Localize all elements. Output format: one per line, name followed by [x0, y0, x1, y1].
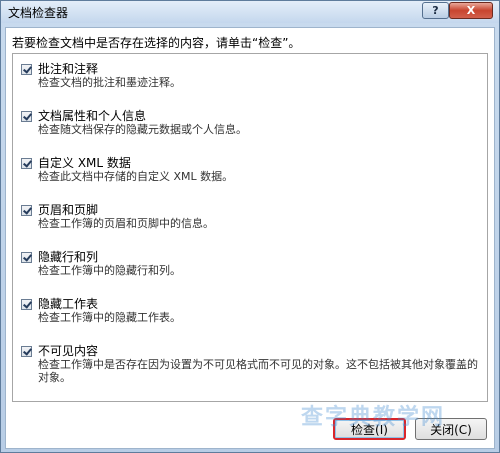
list-item: 批注和注释 检查文档的批注和墨迹注释。	[13, 56, 487, 103]
close-icon: X	[466, 4, 476, 17]
checkbox-hidden-rows-columns[interactable]	[21, 252, 32, 263]
list-item: 不可见内容 检查工作簿中是否存在因为设置为不可见格式而不可见的对象。这不包括被其…	[13, 338, 487, 398]
item-description: 检查文档的批注和墨迹注释。	[38, 76, 181, 89]
checkbox-comments[interactable]	[21, 64, 32, 75]
list-item: 页眉和页脚 检查工作簿的页眉和页脚中的信息。	[13, 197, 487, 244]
list-item: 隐藏工作表 检查工作簿中的隐藏工作表。	[13, 291, 487, 338]
checkbox-header-footer[interactable]	[21, 205, 32, 216]
checkbox-document-properties[interactable]	[21, 111, 32, 122]
item-description: 检查工作簿中的隐藏行和列。	[38, 264, 181, 277]
item-description: 检查随文档保存的隐藏元数据或个人信息。	[38, 123, 247, 136]
item-title: 不可见内容	[38, 344, 99, 358]
title-bar[interactable]: 文档检查器 ? X	[1, 1, 499, 23]
item-title: 隐藏工作表	[38, 297, 99, 311]
list-item: 自定义 XML 数据 检查此文档中存储的自定义 XML 数据。	[13, 150, 487, 197]
checkbox-custom-xml[interactable]	[21, 158, 32, 169]
close-button[interactable]: 关闭(C)	[415, 418, 487, 440]
document-inspector-dialog: 文档检查器 ? X 若要检查文档中是否存在选择的内容，请单击“检查”。 批注和注…	[0, 0, 500, 453]
item-description: 检查此文档中存储的自定义 XML 数据。	[38, 170, 234, 183]
checkbox-hidden-worksheets[interactable]	[21, 299, 32, 310]
item-description: 检查工作簿中的隐藏工作表。	[38, 311, 181, 324]
item-title: 页眉和页脚	[38, 203, 99, 217]
item-description: 检查工作簿的页眉和页脚中的信息。	[38, 217, 214, 230]
close-window-button[interactable]: X	[449, 2, 493, 19]
list-item: 文档属性和个人信息 检查随文档保存的隐藏元数据或个人信息。	[13, 103, 487, 150]
item-title: 自定义 XML 数据	[38, 156, 131, 170]
item-title: 隐藏行和列	[38, 250, 99, 264]
instruction-text: 若要检查文档中是否存在选择的内容，请单击“检查”。	[12, 36, 301, 50]
item-description: 检查工作簿中是否存在因为设置为不可见格式而不可见的对象。这不包括被其他对象覆盖的…	[38, 358, 478, 384]
help-icon: ?	[432, 4, 439, 17]
checkbox-invisible-content[interactable]	[21, 346, 32, 357]
inspect-button[interactable]: 检查(I)	[333, 418, 406, 440]
list-item: 隐藏行和列 检查工作簿中的隐藏行和列。	[13, 244, 487, 291]
dialog-title: 文档检查器	[8, 6, 69, 20]
help-button[interactable]: ?	[422, 2, 449, 19]
item-title: 文档属性和个人信息	[38, 109, 147, 123]
inspection-list: 批注和注释 检查文档的批注和墨迹注释。 文档属性和个人信息 检查随文档保存的隐藏…	[12, 53, 488, 402]
dialog-content: 若要检查文档中是否存在选择的内容，请单击“检查”。 批注和注释 检查文档的批注和…	[5, 27, 495, 449]
item-title: 批注和注释	[38, 62, 99, 76]
